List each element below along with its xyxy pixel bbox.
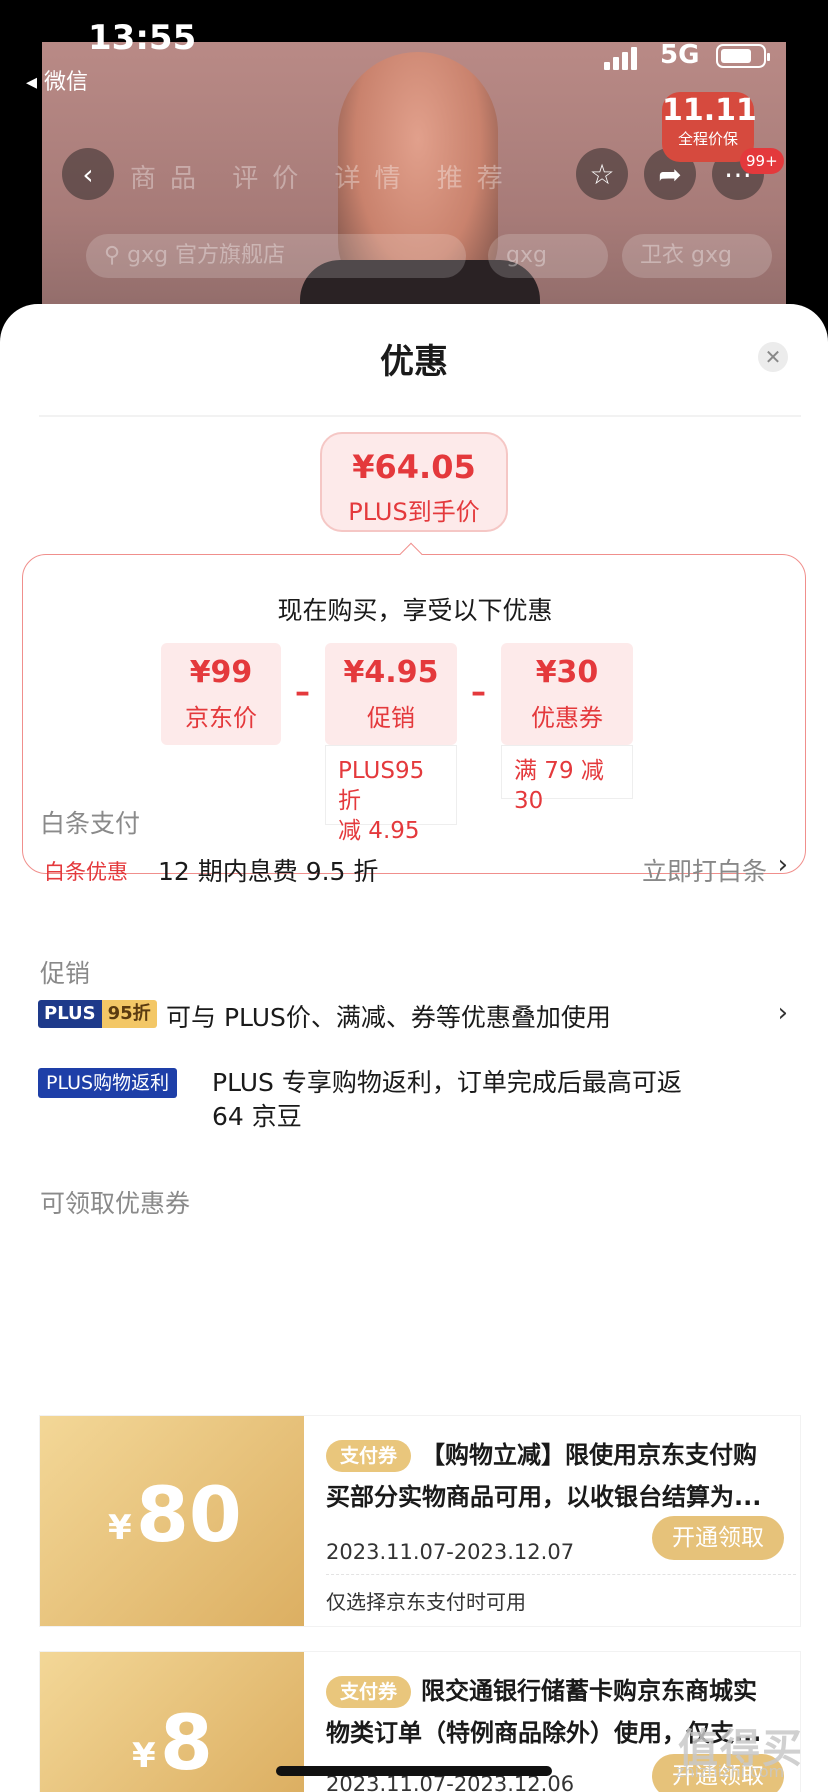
double-eleven-badge: 11.11 全程价保 <box>662 92 757 162</box>
baitiao-section-title: 白条支付 <box>40 809 141 838</box>
plus-price-label: PLUS到手价 <box>348 498 480 526</box>
chevron-right-icon: › <box>777 850 788 880</box>
watermark-url: zhizhizhi.com <box>676 1762 785 1781</box>
coupon-title: 支付券 【购物立减】限使用京东支付购 买部分实物商品可用，以收银台结算为... <box>326 1440 762 1511</box>
breakdown-title: 现在购买，享受以下优惠 <box>277 596 553 625</box>
claim-coupon-button[interactable]: 开通领取 <box>652 1516 784 1560</box>
network-type: 5G <box>660 40 700 70</box>
coupon-card-80: ¥ 80 支付券 【购物立减】限使用京东支付购 买部分实物商品可用，以收银台结算为… <box>40 1416 800 1626</box>
coupon-divider <box>326 1574 796 1575</box>
close-button[interactable]: ✕ <box>758 342 788 372</box>
minus-sign: – <box>295 675 310 710</box>
back-to-app[interactable]: ◂ 微信 <box>26 64 88 96</box>
signal-icon <box>604 44 646 70</box>
close-icon: ✕ <box>764 345 782 369</box>
star-icon: ☆ <box>589 157 615 191</box>
baitiao-tag: 白条优惠 <box>44 860 128 884</box>
plus-final-price: ¥64.05 PLUS到手价 <box>320 432 508 532</box>
payment-coupon-tag: 支付券 <box>326 1676 412 1708</box>
coupon-note: 仅选择京东支付时可用 <box>326 1590 526 1614</box>
search-icon: ⚲ <box>104 243 128 268</box>
coupon-amount-panel: ¥ 80 <box>40 1416 304 1626</box>
search-bar: ⚲ gxg 官方旗舰店 gxg 卫衣 gxg <box>42 224 786 288</box>
coupon-validity: 2023.11.07-2023.12.07 <box>326 1540 575 1564</box>
plus-rebate-tag: PLUS购物返利 <box>38 1068 178 1098</box>
promo-card: ¥4.95 促销 <box>325 643 457 745</box>
plus-discount-text: 可与 PLUS价、满减、券等优惠叠加使用 <box>166 1003 611 1032</box>
coupon-card: ¥30 优惠券 <box>501 643 633 745</box>
promo-detail: PLUS95 折 减 4.95 <box>325 745 457 844</box>
home-indicator[interactable] <box>276 1766 552 1776</box>
favorite-button[interactable]: ☆ <box>576 148 628 200</box>
search-chip: gxg <box>488 234 608 278</box>
back-triangle-icon: ◂ <box>26 70 45 95</box>
plus-price-amount: ¥64.05 <box>352 448 476 486</box>
chevron-left-icon: ‹ <box>82 157 94 191</box>
minus-sign: – <box>471 675 486 710</box>
plus-rebate-text: PLUS 专享购物返利，订单完成后最高可返 64 京豆 <box>212 1068 682 1131</box>
search-chip: 卫衣 gxg <box>622 234 772 278</box>
battery-icon <box>716 44 770 68</box>
search-input: ⚲ gxg 官方旗舰店 <box>86 234 466 278</box>
share-icon: ➦ <box>658 157 682 191</box>
back-button[interactable]: ‹ <box>62 148 114 200</box>
message-count-badge: 99+ <box>740 148 784 174</box>
baitiao-action[interactable]: 立即打白条 <box>642 852 767 888</box>
sheet-title: 优惠 <box>380 342 448 382</box>
coupon-detail: 满 79 减 30 <box>501 745 633 814</box>
coupon-amount-panel: ¥ 8 <box>40 1652 304 1792</box>
payment-coupon-tag: 支付券 <box>326 1440 412 1472</box>
coupons-section-title: 可领取优惠券 <box>40 1189 191 1218</box>
promotion-section-title: 促销 <box>40 959 91 988</box>
baitiao-text: 12 期内息费 9.5 折 <box>158 857 379 886</box>
jd-price-card: ¥99 京东价 <box>161 643 281 745</box>
status-time: 13:55 <box>88 18 197 58</box>
plus-95-tag: PLUS 95折 <box>38 1000 157 1028</box>
chevron-right-icon: › <box>777 998 788 1028</box>
